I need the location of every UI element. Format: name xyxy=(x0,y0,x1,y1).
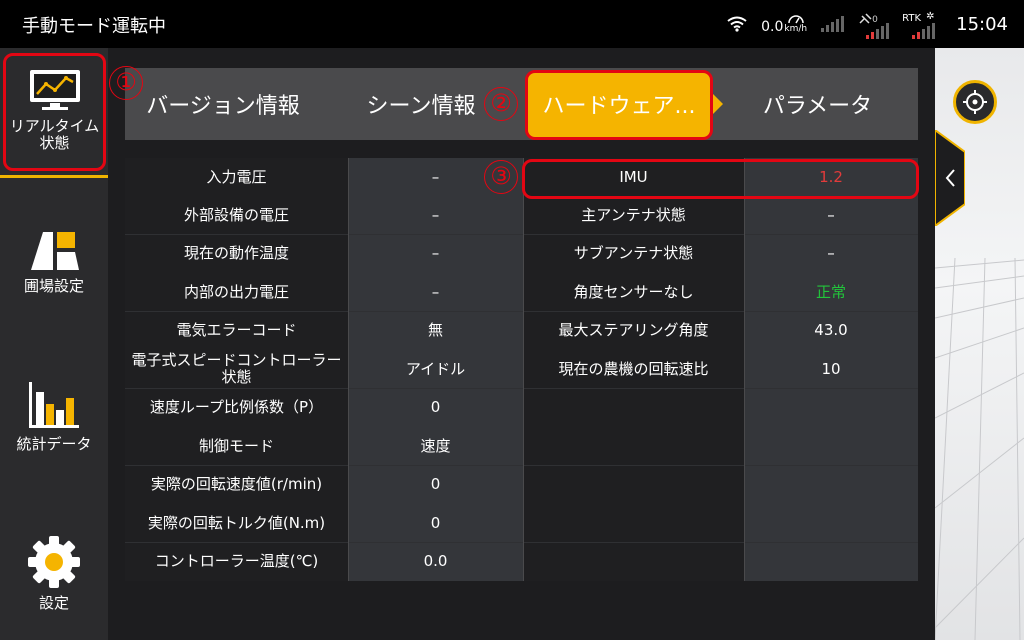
row-label: 速度ループ比例係数（P） xyxy=(125,388,348,427)
row-value: 0.0 xyxy=(348,542,523,581)
row-label: 電気エラーコード xyxy=(125,311,348,350)
speedometer-icon xyxy=(788,14,804,23)
row-label-empty xyxy=(523,388,744,427)
row-label: 実際の回転速度値(r/min) xyxy=(125,465,348,504)
row-label: 実際の回転トルク値(N.m) xyxy=(125,504,348,543)
marker-1: ① xyxy=(109,66,143,100)
tab-bar: バージョン情報 シーン情報 ハードウェア... パラメータ xyxy=(125,68,918,140)
sidebar-item-settings[interactable]: 設定 xyxy=(0,535,108,635)
row-value: 43.0 xyxy=(744,311,918,350)
row-value-empty xyxy=(744,542,918,581)
signal-bars-icon xyxy=(821,16,845,32)
field-icon xyxy=(31,232,79,270)
sidebar-item-label: 圃場設定 xyxy=(23,277,84,295)
clock: 15:04 xyxy=(956,13,1008,35)
bar-chart-icon xyxy=(29,382,79,428)
column-divider xyxy=(523,158,524,581)
row-label-empty xyxy=(523,427,744,466)
row-label: 現在の農機の回転速比 xyxy=(523,350,744,389)
row-value: 10 xyxy=(744,350,918,389)
table-row: 制御モード 速度 xyxy=(125,427,918,466)
row-label-empty xyxy=(523,504,744,543)
marker-3: ③ xyxy=(484,160,518,194)
tab-label: パラメータ xyxy=(762,94,873,119)
row-value-empty xyxy=(744,504,918,543)
marker-2: ② xyxy=(484,87,518,121)
row-value: – xyxy=(744,234,918,273)
sidebar: リアルタイム状態 圃場設定 統計データ 設定 xyxy=(0,48,108,640)
locate-button[interactable] xyxy=(953,80,997,124)
tab-hardware[interactable]: ハードウェア... xyxy=(525,68,723,140)
table-row: 実際の回転速度値(r/min) 0 xyxy=(125,465,918,504)
rtk-status: RTK ✲ xyxy=(902,9,936,39)
row-label: 制御モード xyxy=(125,427,348,466)
table-row: 速度ループ比例係数（P） 0 xyxy=(125,388,918,427)
row-label: 内部の出力電圧 xyxy=(125,273,348,312)
tab-label: バージョン情報 xyxy=(146,94,300,119)
row-value: – xyxy=(348,196,523,235)
sidebar-item-realtime-status[interactable]: リアルタイム状態 xyxy=(3,53,106,171)
row-label: 最大ステアリング角度 xyxy=(523,311,744,350)
collapse-panel-button[interactable] xyxy=(935,130,965,226)
row-value: 0 xyxy=(348,504,523,543)
row-label: コントローラー温度(℃) xyxy=(125,542,348,581)
monitor-chart-icon xyxy=(29,70,80,110)
speed-readout: 0.0 km/h xyxy=(761,14,807,35)
row-value: 正常 xyxy=(744,273,918,312)
tab-parameters[interactable]: パラメータ xyxy=(717,68,918,140)
row-value-empty xyxy=(744,427,918,466)
row-value: – xyxy=(744,196,918,235)
row-value: 0 xyxy=(348,388,523,427)
speed-unit: km/h xyxy=(784,23,808,34)
column-divider xyxy=(744,158,745,581)
wifi-icon xyxy=(727,16,747,32)
mode-title: 手動モード運転中 xyxy=(22,16,166,37)
satellite-status: 0 xyxy=(858,9,890,39)
row-label: 主アンテナ状態 xyxy=(523,196,744,235)
row-label-empty xyxy=(523,465,744,504)
table-row: 現在の動作温度 – サブアンテナ状態 – xyxy=(125,234,918,273)
row-value: – xyxy=(348,234,523,273)
row-value: 速度 xyxy=(348,427,523,466)
speed-value: 0.0 xyxy=(761,18,784,35)
sidebar-item-label: 設定 xyxy=(38,594,69,612)
table-row: 電気エラーコード無最大ステアリング角度 43.0 xyxy=(125,311,918,350)
row-label: サブアンテナ状態 xyxy=(523,234,744,273)
hardware-info-table: 入力電圧 – IMU 1.2 外部設備の電圧 – 主アンテナ状態 – 現在の動作温度 – サブアンテ… xyxy=(125,158,918,581)
row-value: 無 xyxy=(348,311,523,350)
map-ground-grid xyxy=(935,258,1024,640)
imu-highlight-box xyxy=(522,159,919,199)
row-value-empty xyxy=(744,388,918,427)
row-value-empty xyxy=(744,465,918,504)
sidebar-item-label: リアルタイム状態 xyxy=(9,117,100,152)
row-value: アイドル xyxy=(348,350,523,389)
active-indicator xyxy=(0,175,108,178)
status-bar: 手動モード運転中 0.0 km/h 0 RTK ✲ 15:04 xyxy=(0,0,1024,48)
rtk-gear-icon: ✲ xyxy=(926,11,935,22)
row-label: 外部設備の電圧 xyxy=(125,196,348,235)
sidebar-item-field-settings[interactable]: 圃場設定 xyxy=(0,228,108,328)
row-value: – xyxy=(348,273,523,312)
table-row: 実際の回転トルク値(N.m) 0 xyxy=(125,504,918,543)
column-divider xyxy=(348,158,349,581)
table-row: 外部設備の電圧 – 主アンテナ状態 – xyxy=(125,196,918,235)
crosshair-icon xyxy=(963,90,987,114)
tab-version-info[interactable]: バージョン情報 xyxy=(125,68,321,140)
tab-label: ハードウェア... xyxy=(542,94,696,119)
sidebar-item-label: 統計データ xyxy=(16,435,92,453)
row-label: 角度センサーなし xyxy=(523,273,744,312)
table-row: コントローラー温度(℃) 0.0 xyxy=(125,542,918,581)
table-row: 内部の出力電圧 – 角度センサーなし 正常 xyxy=(125,273,918,312)
tab-label: シーン情報 xyxy=(366,94,476,119)
row-label-empty xyxy=(523,542,744,581)
row-value: 0 xyxy=(348,465,523,504)
row-label: 電子式スピードコントローラー状態 xyxy=(125,350,348,389)
table-row: 電子式スピードコントローラー状態 アイドル 現在の農機の回転速比 10 xyxy=(125,350,918,389)
row-label: 現在の動作温度 xyxy=(125,234,348,273)
sidebar-item-statistics[interactable]: 統計データ xyxy=(0,380,108,480)
gear-icon xyxy=(28,536,80,588)
row-label: 入力電圧 xyxy=(125,158,348,196)
